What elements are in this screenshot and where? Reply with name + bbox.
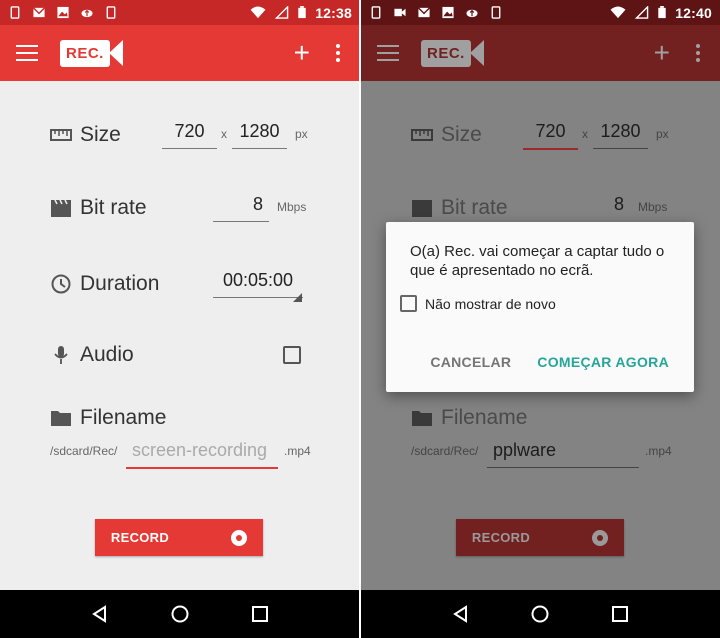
filename-extension: .mp4: [284, 444, 311, 458]
ruler-icon: [50, 129, 72, 141]
screen-right: 12:40 REC. + Size 720 x 1280 px Bit rate…: [361, 0, 720, 638]
bitrate-label: Bit rate: [441, 196, 508, 219]
dont-show-again-label: Não mostrar de novo: [425, 295, 556, 312]
record-button[interactable]: RECORD: [456, 519, 624, 556]
back-icon[interactable]: [90, 604, 110, 624]
duration-select[interactable]: 00:05:00: [213, 270, 303, 298]
start-now-button[interactable]: COMEÇAR AGORA: [537, 354, 669, 370]
mail-icon: [32, 7, 46, 18]
dont-show-again-row[interactable]: Não mostrar de novo: [400, 295, 670, 312]
audio-checkbox[interactable]: [283, 346, 301, 364]
battery-icon: [298, 6, 306, 19]
cloud-upload-icon: [466, 9, 478, 18]
clapperboard-icon: [412, 200, 432, 217]
record-icon: [592, 529, 609, 546]
size-label: Size: [441, 123, 482, 146]
clapperboard-icon: [51, 199, 71, 217]
mail-icon: [417, 7, 431, 18]
signal-icon: [275, 6, 289, 19]
filename-extension: .mp4: [645, 444, 672, 458]
duration-label: Duration: [80, 272, 160, 295]
battery-icon: [658, 6, 666, 19]
home-icon[interactable]: [170, 604, 190, 624]
record-icon: [231, 529, 248, 546]
bitrate-label: Bit rate: [80, 196, 147, 219]
height-input[interactable]: 1280: [593, 121, 648, 149]
app-logo: REC.: [60, 39, 123, 67]
filename-label: Filename: [80, 406, 167, 429]
cloud-upload-icon: [81, 9, 93, 18]
status-bar: 12:38: [0, 0, 360, 25]
recents-icon[interactable]: [250, 604, 270, 624]
status-bar: 12:40: [361, 0, 720, 25]
size-unit: px: [656, 127, 669, 141]
dropdown-corner-icon: [293, 293, 302, 302]
height-input[interactable]: 1280: [232, 121, 287, 149]
filename-input[interactable]: pplware: [487, 440, 639, 468]
overflow-menu-icon[interactable]: [336, 44, 340, 62]
status-time: 12:38: [315, 4, 352, 21]
camera-icon: [108, 40, 123, 66]
width-input[interactable]: 720: [162, 121, 217, 149]
clock-icon: [51, 274, 71, 294]
settings-panel: Size 720 x 1280 px Bit rate 8 Mbps Durat…: [0, 81, 360, 590]
screen-left: 12:38 REC. + Size 720 x 1280 px Bit rate…: [0, 0, 360, 638]
size-separator: x: [582, 127, 588, 141]
size-separator: x: [221, 127, 227, 141]
size-unit: px: [295, 127, 308, 141]
start-recording-dialog: O(a) Rec. vai começar a captar tudo o qu…: [386, 222, 694, 392]
filename-input[interactable]: screen-recording: [126, 440, 278, 469]
app-bar: REC. +: [0, 25, 360, 81]
bitrate-input[interactable]: 8: [213, 194, 269, 222]
add-icon[interactable]: +: [294, 39, 310, 67]
menu-icon[interactable]: [377, 45, 399, 61]
filename-directory: /sdcard/Rec/: [50, 444, 118, 458]
app-logo: REC.: [421, 39, 484, 67]
device-icon: [491, 6, 501, 19]
bitrate-unit: Mbps: [638, 200, 668, 214]
device-icon: [106, 6, 116, 19]
microphone-icon: [54, 346, 68, 364]
width-input[interactable]: 720: [523, 121, 578, 150]
home-icon[interactable]: [530, 604, 550, 624]
nav-bar: [361, 590, 720, 638]
status-time: 12:40: [675, 4, 712, 21]
wifi-icon: [250, 6, 266, 19]
audio-label: Audio: [80, 343, 134, 366]
phone-sync-icon: [10, 6, 20, 19]
overflow-menu-icon[interactable]: [696, 44, 700, 62]
camera-icon: [469, 40, 484, 66]
record-button[interactable]: RECORD: [95, 519, 263, 556]
wifi-icon: [610, 6, 626, 19]
filename-label: Filename: [441, 406, 528, 429]
size-label: Size: [80, 123, 121, 146]
bitrate-input[interactable]: 8: [574, 194, 630, 221]
folder-icon: [51, 411, 71, 426]
back-icon[interactable]: [451, 604, 471, 624]
add-icon[interactable]: +: [654, 39, 670, 67]
ruler-icon: [411, 129, 433, 141]
recents-icon[interactable]: [610, 604, 630, 624]
image-icon: [442, 6, 454, 19]
video-icon: [394, 8, 406, 17]
image-icon: [57, 6, 69, 19]
cancel-button[interactable]: CANCELAR: [430, 354, 511, 370]
filename-directory: /sdcard/Rec/: [411, 444, 479, 458]
dont-show-again-checkbox[interactable]: [400, 295, 417, 312]
folder-icon: [412, 411, 432, 426]
nav-bar: [0, 590, 360, 638]
signal-icon: [635, 6, 649, 19]
bitrate-unit: Mbps: [277, 200, 307, 214]
menu-icon[interactable]: [16, 45, 38, 61]
phone-sync-icon: [371, 6, 381, 19]
dialog-message: O(a) Rec. vai começar a captar tudo o qu…: [410, 243, 665, 279]
app-bar: REC. +: [361, 25, 720, 81]
